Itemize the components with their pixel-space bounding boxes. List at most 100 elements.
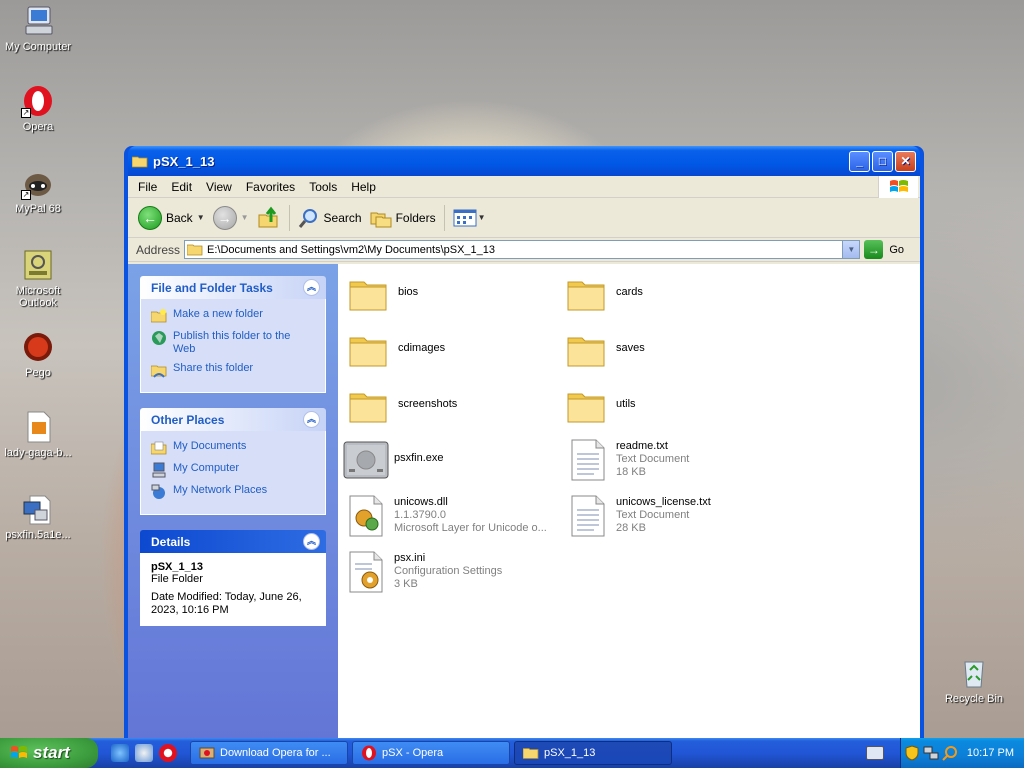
desktop-icon-label: Microsoft Outlook — [15, 285, 61, 309]
desktop-icon-label: MyPal 68 — [15, 203, 61, 215]
details-name: pSX_1_13 — [151, 561, 203, 573]
list-item[interactable]: cdimages — [346, 326, 445, 374]
mypal-icon: ↗ — [21, 166, 55, 200]
list-item[interactable]: psxfin.exe — [342, 436, 444, 484]
list-item[interactable]: psx.ini Configuration Settings 3 KB — [342, 548, 502, 596]
search-button[interactable]: Search — [294, 202, 366, 234]
dll-file-icon — [349, 495, 383, 537]
desktop-icon-opera[interactable]: ↗ Opera — [0, 84, 76, 133]
list-item[interactable]: unicows_license.txt Text Document 28 KB — [564, 492, 711, 540]
desktop-icon-lady-gaga[interactable]: lady-gaga-b... — [0, 410, 76, 459]
network-icon — [151, 484, 165, 499]
panel-header[interactable]: Other Places ︽ — [140, 408, 326, 431]
task-publish-folder[interactable]: Publish this folder to the Web — [151, 330, 315, 356]
list-item[interactable]: screenshots — [346, 382, 457, 430]
list-item[interactable]: saves — [564, 326, 645, 374]
desktop-icon-psxfin[interactable]: psxfin.5a1e... — [0, 492, 76, 541]
menu-view[interactable]: View — [200, 178, 240, 196]
desktop-icon-label: lady-gaga-b... — [4, 447, 72, 459]
opera-icon[interactable] — [159, 744, 177, 762]
folders-button[interactable]: Folders — [366, 202, 440, 234]
place-my-network-places[interactable]: My Network Places — [151, 484, 315, 500]
taskbar-button-pSX-opera[interactable]: pSX - Opera — [352, 741, 510, 765]
go-arrow-icon: → — [864, 240, 884, 259]
title-bar[interactable]: pSX_1_13 _ □ ✕ — [128, 146, 920, 176]
place-my-documents[interactable]: My Documents — [151, 440, 315, 456]
chevron-down-icon[interactable]: ▼ — [241, 213, 249, 222]
place-label: My Documents — [173, 440, 247, 452]
menu-file[interactable]: File — [132, 178, 165, 196]
list-item[interactable]: bios — [346, 270, 418, 318]
file-list: bios cards cdimages saves screenshots ut… — [338, 264, 920, 740]
file-name: cards — [616, 286, 643, 298]
views-button[interactable]: ▼ — [449, 202, 490, 234]
file-size: 18 KB — [616, 466, 646, 478]
address-bar: Address E:\Documents and Settings\vm2\My… — [128, 238, 920, 262]
folder-icon — [567, 337, 605, 367]
desktop-icon-mypal[interactable]: ↗ MyPal 68 — [0, 166, 76, 215]
panel-header[interactable]: Details ︽ — [140, 530, 326, 553]
chevron-down-icon[interactable]: ▼ — [197, 213, 205, 222]
up-folder-icon — [258, 206, 278, 227]
minimize-button[interactable]: _ — [849, 150, 870, 172]
panel-header[interactable]: File and Folder Tasks ︽ — [140, 276, 326, 299]
window-title: pSX_1_13 — [153, 153, 215, 169]
opera-icon: ↗ — [21, 84, 55, 118]
taskbar-button-opera-download[interactable]: Download Opera for ... — [190, 741, 348, 765]
task-share-folder[interactable]: Share this folder — [151, 362, 315, 378]
details-type: File Folder — [151, 573, 203, 585]
text-document-icon — [571, 495, 605, 537]
address-value: E:\Documents and Settings\vm2\My Documen… — [207, 243, 496, 256]
desktop-icon-outlook[interactable]: Microsoft Outlook — [0, 248, 76, 309]
menu-favorites[interactable]: Favorites — [240, 178, 303, 196]
list-item[interactable]: cards — [564, 270, 643, 318]
security-shield-icon[interactable] — [904, 745, 920, 761]
image-file-icon — [21, 410, 55, 444]
chevron-up-icon[interactable]: ︽ — [303, 279, 320, 296]
pego-icon — [21, 330, 55, 364]
file-name: psxfin.exe — [394, 452, 444, 464]
folder-icon — [187, 244, 203, 256]
go-button[interactable]: → Go — [864, 240, 916, 259]
address-dropdown-button[interactable]: ▼ — [842, 241, 860, 258]
list-item[interactable]: unicows.dll 1.1.3790.0 Microsoft Layer f… — [342, 492, 547, 540]
address-input[interactable]: E:\Documents and Settings\vm2\My Documen… — [184, 240, 861, 259]
file-type: Configuration Settings — [394, 565, 503, 577]
panel-title: File and Folder Tasks — [151, 280, 273, 295]
explorer-window: pSX_1_13 _ □ ✕ File Edit View Favorites … — [124, 146, 924, 744]
task-label: Make a new folder — [173, 308, 263, 320]
menu-edit[interactable]: Edit — [165, 178, 200, 196]
task-make-new-folder[interactable]: Make a new folder — [151, 308, 315, 324]
close-button[interactable]: ✕ — [895, 150, 916, 172]
desktop-icon-recycle-bin[interactable]: Recycle Bin — [936, 656, 1012, 705]
desktop-icon-pego[interactable]: Pego — [0, 330, 76, 379]
desktop-icon-my-computer[interactable]: My Computer — [0, 4, 76, 53]
views-icon — [453, 209, 477, 226]
chevron-up-icon[interactable]: ︽ — [303, 411, 320, 428]
text-document-icon — [571, 439, 605, 481]
list-item[interactable]: utils — [564, 382, 636, 430]
back-button[interactable]: ← Back ▼ — [134, 202, 209, 234]
place-my-computer[interactable]: My Computer — [151, 462, 315, 478]
file-size: 28 KB — [616, 522, 646, 534]
up-folder-button[interactable] — [253, 202, 285, 234]
search-icon[interactable] — [942, 745, 958, 761]
forward-arrow-icon: → — [212, 205, 237, 230]
taskbar-button-explorer[interactable]: pSX_1_13 — [514, 741, 672, 765]
network-icon[interactable] — [923, 745, 939, 761]
task-pane: File and Folder Tasks ︽ Make a new folde… — [128, 264, 338, 740]
menu-help[interactable]: Help — [345, 178, 384, 196]
start-button[interactable]: start — [0, 738, 98, 768]
desktop-icon-label: Opera — [22, 121, 54, 133]
media-player-icon[interactable] — [135, 744, 153, 762]
address-label: Address — [136, 242, 181, 257]
internet-explorer-icon[interactable] — [111, 744, 129, 762]
list-item[interactable]: readme.txt Text Document 18 KB — [564, 436, 689, 484]
keyboard-icon[interactable] — [866, 746, 884, 760]
chevron-up-icon[interactable]: ︽ — [303, 533, 320, 550]
menu-tools[interactable]: Tools — [303, 178, 345, 196]
my-computer-icon — [152, 462, 166, 478]
maximize-button[interactable]: □ — [872, 150, 893, 172]
forward-button[interactable]: → ▼ — [209, 202, 253, 234]
chevron-down-icon[interactable]: ▼ — [478, 213, 486, 222]
